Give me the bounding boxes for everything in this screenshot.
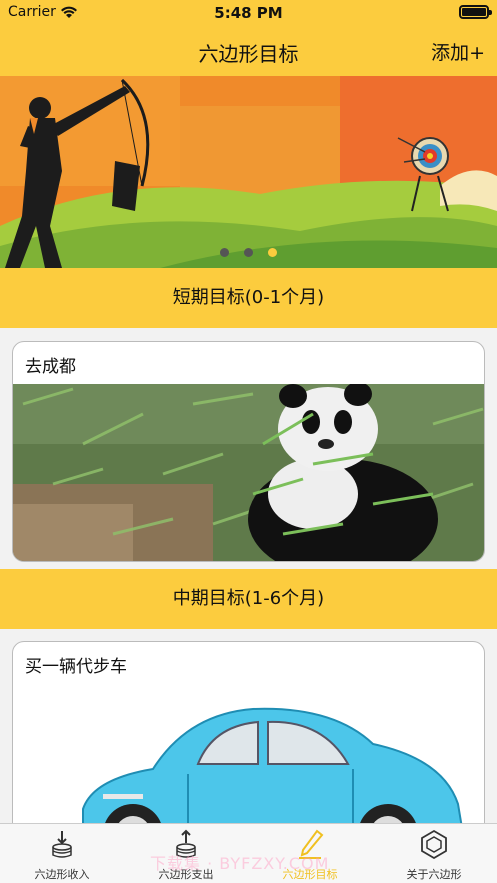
coin-stack-in-icon (52, 831, 72, 858)
goal-card-car[interactable]: 买一辆代步车 (12, 641, 485, 841)
goal-title: 买一辆代步车 (25, 657, 127, 677)
watermark: 下载集 · BYFZXY.COM (150, 854, 330, 873)
hexagon-icon (421, 829, 447, 859)
blue-car-illustration (13, 684, 484, 840)
section-header-short-term: 短期目标(0-1个月) (0, 268, 497, 328)
navigation-bar: 六边形目标 添加+ (0, 26, 497, 76)
tab-about[interactable]: 关于六边形 (372, 824, 496, 883)
banner-carousel[interactable] (0, 76, 497, 268)
archer-banner-image (0, 76, 497, 268)
status-bar: Carrier 5:48 PM (0, 0, 497, 26)
page-dot[interactable] (219, 248, 229, 257)
carousel-page-dots[interactable] (0, 242, 497, 261)
page-dot-active[interactable] (268, 248, 278, 257)
tab-label: 六边形收入 (34, 868, 90, 881)
add-goal-button[interactable]: 添加+ (431, 38, 485, 65)
goal-title: 去成都 (25, 357, 76, 377)
page-dot[interactable] (244, 248, 253, 257)
battery-icon (459, 5, 492, 19)
section-header-mid-term: 中期目标(1-6个月) (0, 569, 497, 629)
clock: 5:48 PM (214, 4, 283, 22)
tab-income[interactable]: 六边形收入 (0, 824, 124, 883)
goal-card-chengdu[interactable]: 去成都 (12, 341, 485, 562)
panda-photo (13, 382, 484, 561)
page-title: 六边形目标 (198, 42, 299, 66)
tab-label: 关于六边形 (406, 868, 462, 881)
